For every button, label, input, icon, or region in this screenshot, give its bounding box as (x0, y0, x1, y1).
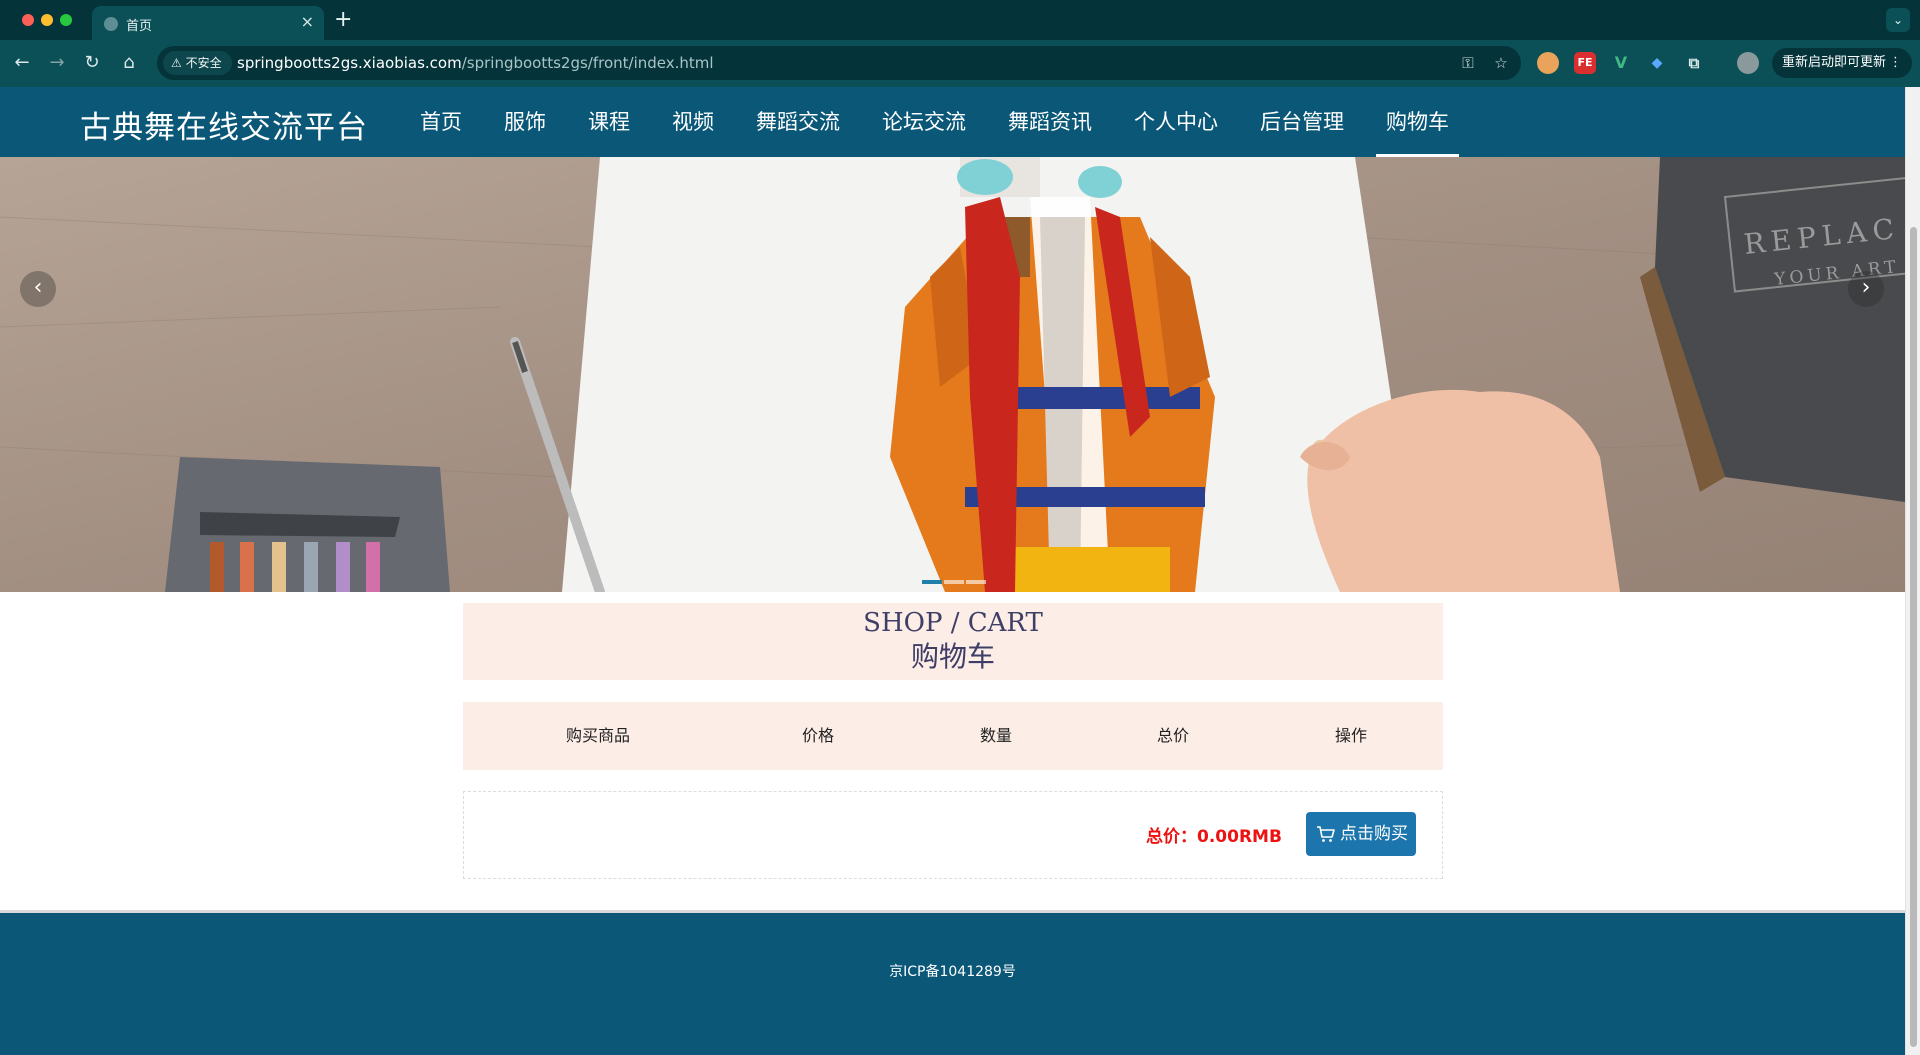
nav-item-admin[interactable]: 后台管理 (1250, 87, 1354, 157)
banner-image: REPLAC YOUR ART (0, 157, 1905, 592)
extension-fe-icon[interactable]: FE (1574, 52, 1596, 74)
column-header-total: 总价 (1156, 726, 1189, 745)
nav-item-dance-exchange[interactable]: 舞蹈交流 (746, 87, 850, 157)
maximize-window-button[interactable] (60, 14, 72, 26)
close-window-button[interactable] (22, 14, 34, 26)
nav-item-video[interactable]: 视频 (662, 87, 724, 157)
cart-table-header: 购买商品 价格 数量 总价 操作 (463, 702, 1443, 770)
pencil-tray-illustration (165, 457, 450, 592)
cart-section-title: SHOP / CART 购物车 (463, 603, 1443, 680)
carousel-dot-3[interactable] (966, 580, 986, 584)
banner-carousel[interactable]: REPLAC YOUR ART ‹ › (0, 157, 1905, 592)
home-icon[interactable]: ⌂ (116, 50, 142, 76)
column-header-price: 价格 (801, 726, 834, 745)
carousel-dot-1[interactable] (922, 580, 942, 584)
profile-avatar-icon[interactable] (1737, 52, 1759, 74)
browser-tab-active[interactable]: 首页 × (92, 6, 324, 40)
globe-icon (104, 17, 118, 31)
extension-gem-icon[interactable]: ◆ (1646, 52, 1668, 74)
cart-summary: 总价：0.00RMB 点击购买 (463, 791, 1443, 879)
minimize-window-button[interactable] (41, 14, 53, 26)
column-header-product: 购买商品 (565, 726, 630, 745)
reload-icon[interactable]: ↻ (79, 50, 105, 76)
carousel-next-chevron-icon[interactable]: › (1848, 271, 1884, 307)
site-header: 古典舞在线交流平台 首页 服饰 课程 视频 舞蹈交流 论坛交流 舞蹈资讯 个人中… (0, 87, 1905, 157)
puzzle-icon[interactable]: ⧉ (1683, 52, 1705, 74)
nav-item-personal-center[interactable]: 个人中心 (1124, 87, 1228, 157)
insecure-label: 不安全 (185, 56, 222, 70)
tab-title: 首页 (126, 19, 153, 34)
site-title[interactable]: 古典舞在线交流平台 (80, 102, 368, 147)
restart-label: 重新启动即可更新 (1782, 55, 1887, 70)
carousel-indicators (922, 580, 988, 584)
scrollbar-thumb[interactable] (1910, 227, 1917, 1047)
total-label: 总价： (1146, 827, 1197, 847)
icp-license[interactable]: 京ICP备1041289号 (0, 961, 1905, 981)
restart-update-button[interactable]: 重新启动即可更新 ⋮ (1772, 48, 1912, 78)
nav-item-cart[interactable]: 购物车 (1376, 87, 1459, 157)
tab-strip: 首页 × + ⌄ (0, 0, 1920, 40)
extension-avatar-icon[interactable] (1537, 52, 1559, 74)
cart-title-en: SHOP / CART (863, 608, 1043, 638)
main-nav: 首页 服饰 课程 视频 舞蹈交流 论坛交流 舞蹈资讯 个人中心 后台管理 购物车 (410, 87, 1481, 157)
url-text[interactable]: springbootts2gs.xiaobias.com/springboott… (237, 54, 714, 72)
shopping-cart-icon (1317, 826, 1335, 842)
url-path: /springbootts2gs/front/index.html (461, 54, 714, 72)
browser-toolbar: ← → ↻ ⌂ ⚠ 不安全 springbootts2gs.xiaobias.c… (0, 40, 1920, 87)
nav-item-forum[interactable]: 论坛交流 (872, 87, 976, 157)
site-footer: 京ICP备1041289号 (0, 910, 1905, 1055)
column-header-quantity: 数量 (979, 726, 1012, 745)
browser-window: 首页 × + ⌄ ← → ↻ ⌂ ⚠ 不安全 springbootts2gs.x… (0, 0, 1920, 1055)
column-header-actions: 操作 (1334, 726, 1367, 745)
nav-item-costume[interactable]: 服饰 (494, 87, 556, 157)
close-tab-icon[interactable]: × (301, 12, 314, 32)
insecure-badge[interactable]: ⚠ 不安全 (163, 51, 232, 75)
nav-item-home[interactable]: 首页 (410, 87, 472, 157)
extension-vue-icon[interactable]: V (1610, 52, 1632, 74)
hand-illustration (1300, 389, 1620, 592)
url-host: springbootts2gs.xiaobias.com (237, 54, 462, 72)
carousel-prev-chevron-icon[interactable]: ‹ (20, 271, 56, 307)
cart-title-cn: 购物车 (910, 640, 995, 673)
buy-button-label: 点击购买 (1340, 824, 1408, 844)
key-icon[interactable]: ⚿ (1457, 53, 1479, 73)
page-scrollbar[interactable] (1905, 87, 1920, 1055)
forward-icon[interactable]: → (44, 50, 70, 76)
cart-total: 总价：0.00RMB (1146, 822, 1282, 847)
page-viewport: 古典舞在线交流平台 首页 服饰 课程 视频 舞蹈交流 论坛交流 舞蹈资讯 个人中… (0, 87, 1905, 1055)
star-icon[interactable]: ☆ (1490, 53, 1512, 73)
more-icon[interactable]: ⋮ (1889, 48, 1902, 78)
nav-item-course[interactable]: 课程 (578, 87, 640, 157)
carousel-dot-2[interactable] (944, 580, 964, 584)
back-icon[interactable]: ← (9, 50, 35, 76)
address-bar[interactable]: ⚠ 不安全 springbootts2gs.xiaobias.com/sprin… (157, 46, 1521, 80)
new-tab-button[interactable]: + (334, 8, 352, 32)
nav-item-dance-news[interactable]: 舞蹈资讯 (998, 87, 1102, 157)
tab-search-chevron-icon[interactable]: ⌄ (1886, 8, 1910, 32)
buy-button[interactable]: 点击购买 (1306, 812, 1416, 856)
total-value: 0.00RMB (1197, 827, 1282, 847)
